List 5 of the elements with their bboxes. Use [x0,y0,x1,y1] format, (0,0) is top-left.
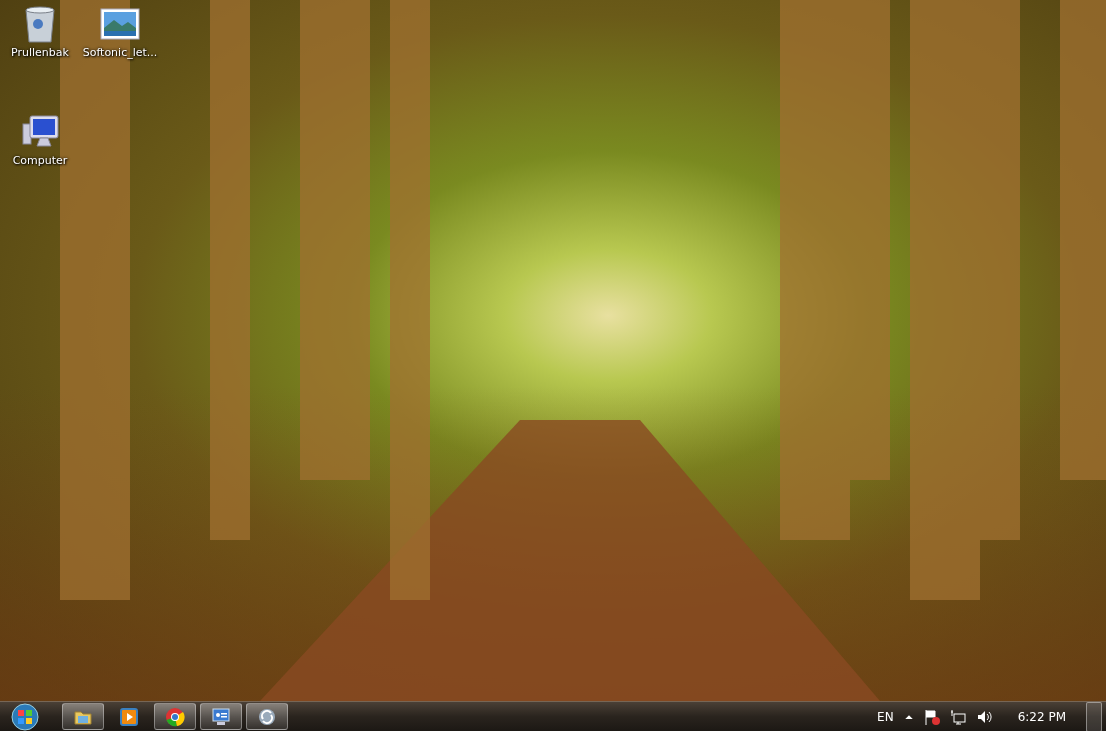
desktop-icon-label[interactable]: Computer [12,154,68,167]
clock[interactable]: 6:22 PM [1017,709,1066,724]
language-indicator[interactable]: EN [877,709,894,724]
desktop-icon-label[interactable]: Prullenbak [11,46,69,59]
desktop-icon-label[interactable]: Softonic_let... [82,46,158,59]
